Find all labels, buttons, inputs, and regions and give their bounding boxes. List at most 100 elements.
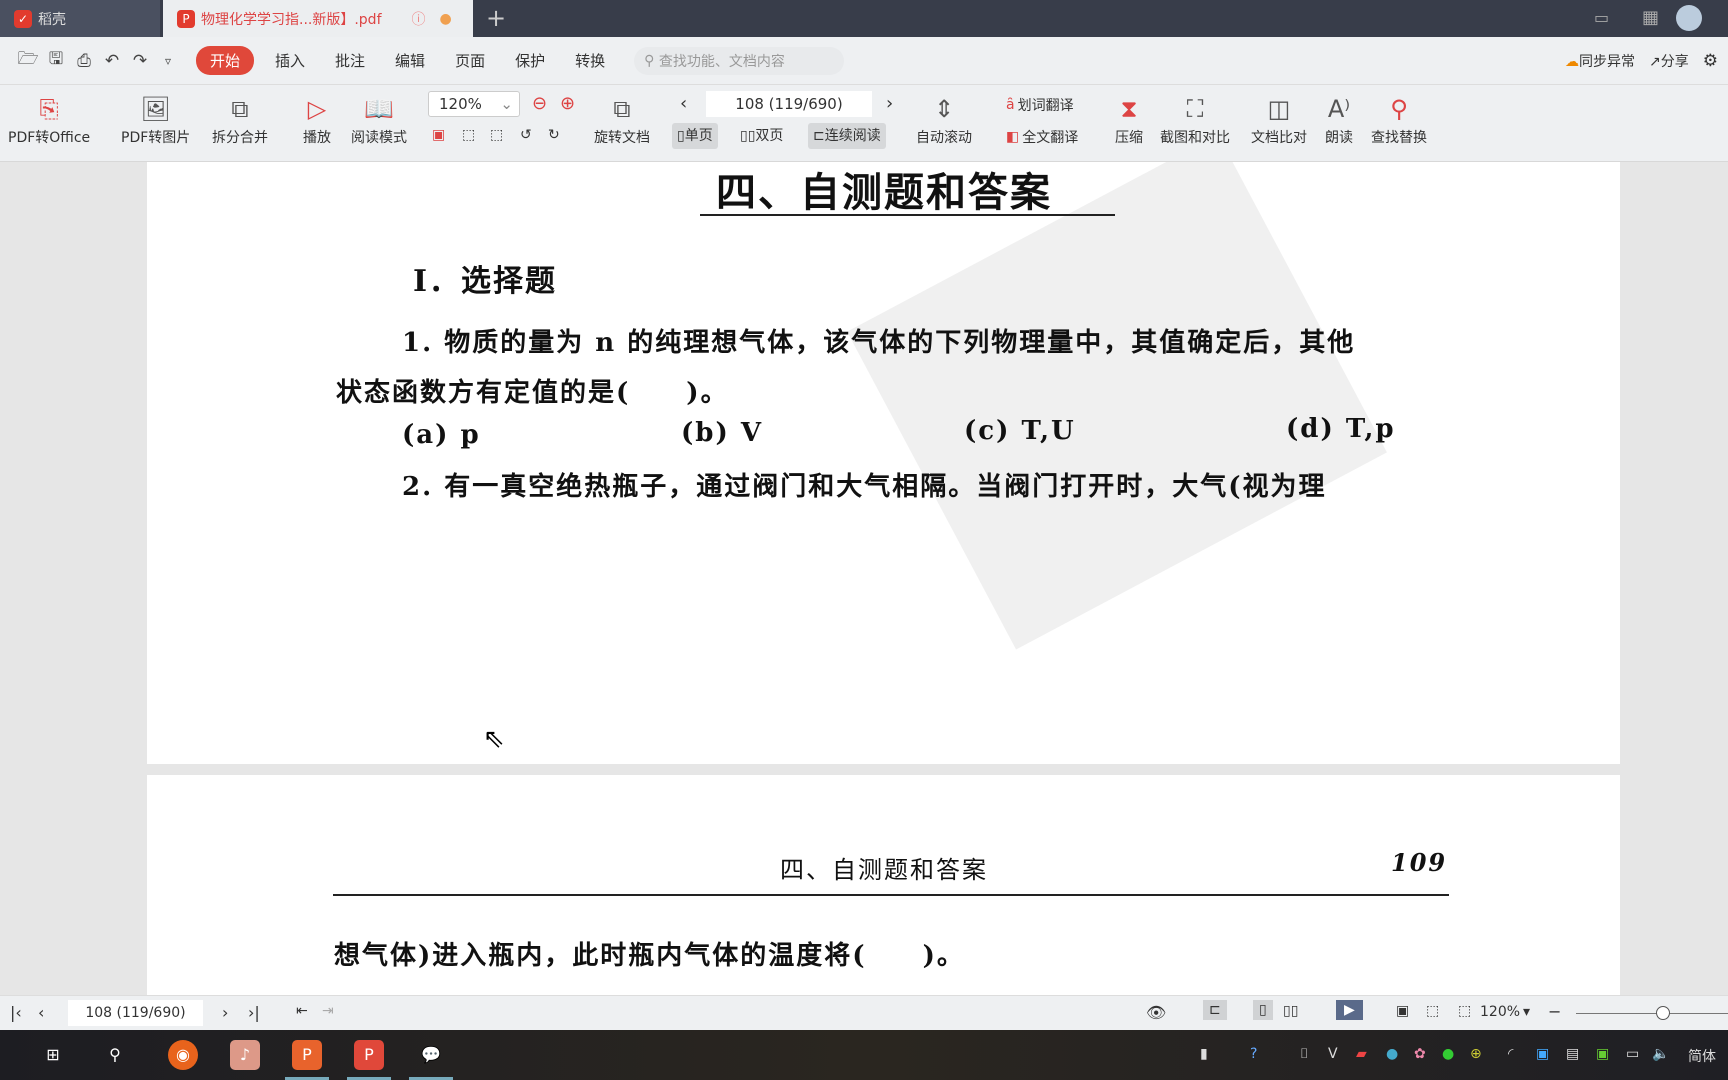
next-page-icon[interactable]: › — [886, 93, 893, 114]
back-icon[interactable]: ⇤ — [296, 1003, 308, 1019]
battery-icon[interactable]: ▭ — [1626, 1046, 1639, 1062]
auto-scroll-button[interactable]: ⇕ 自动滚动 — [916, 91, 972, 147]
menu-convert[interactable]: 转换 — [560, 50, 620, 71]
save-icon[interactable]: 🖫 — [42, 46, 70, 75]
redo-icon[interactable]: ↷ — [126, 51, 154, 71]
search-icon[interactable]: ⚲ — [100, 1040, 130, 1070]
undo-icon[interactable]: ↶ — [98, 51, 126, 71]
tray-app-icon[interactable]: ● — [1386, 1046, 1398, 1062]
next-page-icon[interactable]: › — [222, 1003, 228, 1022]
open-icon[interactable]: 🗁 — [14, 46, 42, 75]
firefox-icon[interactable]: ◉ — [168, 1040, 198, 1070]
tab-pdf-document[interactable]: P 物理化学学习指...新版】.pdf ⓘ ● — [163, 0, 473, 37]
double-page-view-icon[interactable]: ▯▯ — [1283, 1003, 1298, 1019]
word-translate-button[interactable]: ȃ 划词翻译 — [1006, 95, 1074, 115]
tray-app-icon[interactable]: ▮ — [1200, 1046, 1208, 1062]
zoom-out-button[interactable]: − — [1548, 1002, 1561, 1021]
print-icon[interactable]: ⎙ — [70, 51, 98, 71]
wps-presentation-icon[interactable]: P — [292, 1040, 322, 1070]
tray-app-icon[interactable]: ✿ — [1414, 1046, 1426, 1062]
page-number-input[interactable]: 108 (119/690) — [706, 91, 872, 117]
wechat-icon[interactable]: 💬 — [416, 1040, 446, 1070]
rotate-document-icon: ⧉ — [613, 95, 631, 123]
tray-app-icon[interactable]: ▤ — [1566, 1046, 1579, 1062]
double-page-button[interactable]: ▯▯双页 — [735, 123, 788, 149]
menu-protect[interactable]: 保护 — [500, 50, 560, 71]
menu-edit[interactable]: 编辑 — [380, 50, 440, 71]
tray-app-icon[interactable]: ▰ — [1356, 1046, 1367, 1062]
nvidia-icon[interactable]: ▣ — [1596, 1046, 1609, 1062]
toolbar: ⎘ PDF转Office 🖼 PDF转图片 ⧉ 拆分合并 ▷ 播放 📖 阅读模式 120%… — [0, 85, 1728, 162]
avatar[interactable] — [1676, 5, 1702, 31]
grid-apps-icon[interactable]: ▦ — [1642, 7, 1659, 28]
customize-chevron-icon[interactable]: ▿ — [154, 54, 182, 68]
unsaved-dot-icon: ● — [439, 10, 452, 27]
ime-indicator[interactable]: 简体 — [1688, 1046, 1716, 1066]
menu-insert[interactable]: 插入 — [260, 50, 320, 71]
play-icon[interactable]: ▶ — [1336, 1000, 1363, 1020]
zoom-in-icon[interactable]: ⊕ — [560, 93, 575, 114]
forward-icon[interactable]: ⇥ — [322, 1003, 334, 1019]
eye-protection-icon[interactable]: 👁 — [1146, 1003, 1166, 1022]
doc-compare-button[interactable]: ◫ 文档比对 — [1251, 91, 1307, 147]
rotate-right-icon[interactable]: ↻ — [548, 127, 560, 143]
last-page-icon[interactable]: ›| — [248, 1003, 260, 1022]
zoom-select[interactable]: 120% ⌄ — [428, 91, 520, 117]
compress-button[interactable]: ⧗ 压缩 — [1115, 91, 1143, 147]
fit-width-icon[interactable]: ⬚ — [1458, 1003, 1471, 1019]
sync-status-button[interactable]: ☁同步异常 — [1565, 51, 1635, 71]
continuous-view-icon[interactable]: ⊏ — [1203, 1000, 1227, 1020]
tray-app-icon[interactable]: V — [1328, 1046, 1338, 1062]
volume-icon[interactable]: 🔈 — [1652, 1046, 1669, 1062]
search-input[interactable]: ⚲ 查找功能、文档内容 — [634, 46, 845, 75]
full-translate-button[interactable]: ◧ 全文翻译 — [1006, 127, 1078, 147]
tray-app-icon[interactable]: ▣ — [1536, 1046, 1549, 1062]
zoom-out-icon[interactable]: ⊖ — [532, 93, 547, 114]
share-button[interactable]: ↗分享 — [1649, 51, 1689, 71]
new-tab-button[interactable]: + — [486, 4, 506, 32]
menu-start[interactable]: 开始 — [196, 46, 255, 75]
fit-width-icon[interactable]: ⬚ — [490, 127, 503, 143]
zoom-slider[interactable] — [1576, 1013, 1728, 1014]
actual-size-icon[interactable]: ▣ — [432, 127, 445, 143]
zoom-slider-handle[interactable] — [1656, 1006, 1670, 1020]
previous-page-icon[interactable]: ‹ — [680, 93, 687, 114]
menu-annotate[interactable]: 批注 — [320, 50, 380, 71]
previous-page-icon[interactable]: ‹ — [38, 1003, 44, 1022]
read-aloud-button[interactable]: A⁾ 朗读 — [1325, 91, 1353, 147]
pdf-to-image-button[interactable]: 🖼 PDF转图片 — [121, 91, 190, 147]
continuous-icon: ⊏ — [813, 128, 825, 144]
rotate-left-icon[interactable]: ↺ — [520, 127, 532, 143]
wifi-icon[interactable]: ◜ — [1508, 1046, 1513, 1062]
task-view-icon[interactable]: ⊞ — [38, 1040, 68, 1070]
document-view[interactable]: 四、自测题和答案 I．选择题 1. 物质的量为 n 的纯理想气体，该气体的下列物… — [0, 162, 1728, 995]
help-icon[interactable]: ? — [1250, 1046, 1257, 1062]
read-mode-button[interactable]: 📖 阅读模式 — [351, 91, 407, 147]
pdf-to-office-button[interactable]: ⎘ PDF转Office — [8, 91, 90, 147]
wps-pdf-icon[interactable]: P — [354, 1040, 384, 1070]
actual-size-icon[interactable]: ▣ — [1396, 1003, 1409, 1019]
continuous-read-button[interactable]: ⊏连续阅读 — [808, 123, 886, 149]
zoom-level-select[interactable]: 120% ▾ — [1480, 1004, 1530, 1020]
single-page-view-icon[interactable]: ▯ — [1253, 1000, 1273, 1020]
usb-icon[interactable]: ⌷ — [1300, 1046, 1308, 1062]
tab-docer[interactable]: ✓ 稻壳 — [0, 0, 160, 37]
status-page-input[interactable]: 108 (119/690) — [68, 1000, 203, 1026]
split-merge-button[interactable]: ⧉ 拆分合并 — [212, 91, 268, 147]
option-d: (d) T,p — [1286, 414, 1396, 444]
single-page-button[interactable]: ▯单页 — [672, 123, 718, 149]
fit-page-icon[interactable]: ⬚ — [462, 127, 475, 143]
settings-icon[interactable]: ⚙ — [1703, 51, 1718, 71]
find-replace-button[interactable]: ⚲ 查找替换 — [1371, 91, 1427, 147]
tray-app-icon[interactable]: ⊕ — [1470, 1046, 1482, 1062]
app-icon[interactable]: ♪ — [230, 1040, 260, 1070]
play-button[interactable]: ▷ 播放 — [303, 91, 331, 147]
fit-page-icon[interactable]: ⬚ — [1426, 1003, 1439, 1019]
menu-page[interactable]: 页面 — [440, 50, 500, 71]
screenshot-compare-button[interactable]: ⛶ 截图和对比 — [1160, 91, 1230, 147]
compress-icon: ⧗ — [1120, 95, 1138, 123]
first-page-icon[interactable]: |‹ — [10, 1003, 22, 1022]
wechat-tray-icon[interactable]: ● — [1442, 1046, 1454, 1062]
rotate-document-button[interactable]: ⧉ 旋转文档 — [594, 91, 650, 147]
window-layout-icon[interactable]: ▭ — [1594, 8, 1609, 27]
